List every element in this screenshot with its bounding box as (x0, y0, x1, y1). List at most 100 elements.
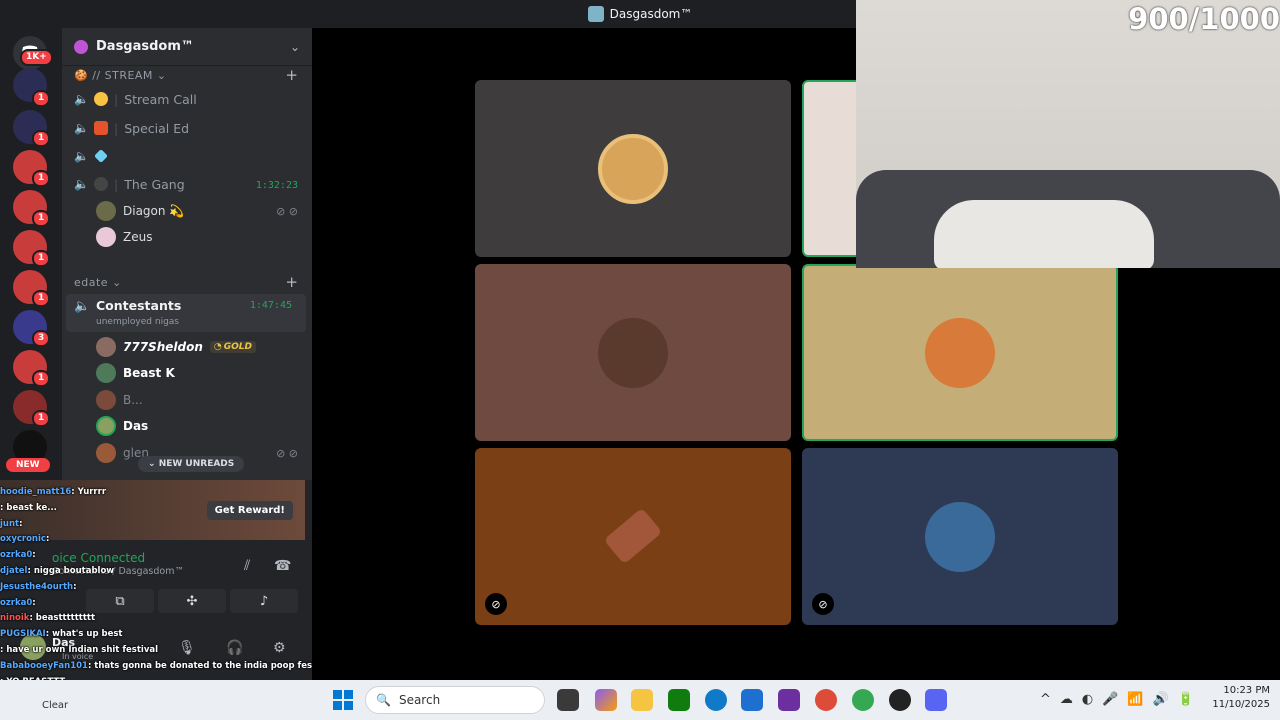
disconnect-icon[interactable]: ☎ (274, 558, 291, 574)
discord-icon[interactable] (925, 689, 947, 711)
category-label: edate (74, 276, 109, 289)
guild-header[interactable]: Dasgasdom™ ⌄ (62, 28, 312, 66)
channel-timer: 1:32:23 (255, 180, 298, 191)
chrome-icon[interactable] (852, 689, 874, 711)
clock[interactable]: 10:23 PM 11/10/2025 (1212, 684, 1270, 712)
search-icon: 🔍 (376, 693, 391, 707)
server-list: 1K+ 1 1 1 1 1 1 3 1 1 (0, 28, 62, 480)
store-icon[interactable] (741, 689, 763, 711)
webcam-overlay: 900/1000 (856, 0, 1280, 268)
clock-time: 10:23 PM (1223, 685, 1270, 696)
voice-member[interactable]: Beast K (96, 362, 302, 384)
avatar (96, 363, 116, 383)
windows-taskbar: Clear 🔍 Search ^☁◐🎤📶🔊🔋 10:23 PM 11/10/20… (0, 680, 1280, 720)
window-title: Dasgasdom™ (609, 7, 693, 21)
avatar (925, 501, 995, 572)
mute-mic-icon[interactable]: 🎙 (178, 640, 196, 656)
channel-topic: unemployed nigas (96, 317, 179, 327)
get-reward-button[interactable]: Get Reward! (206, 501, 293, 520)
unread-badge: 1K+ (20, 49, 53, 66)
app-icon[interactable] (778, 689, 800, 711)
channel-sidebar: Dasgasdom™ ⌄ 🍪 // STREAM ⌄ + 🔈 | Stream … (62, 28, 312, 480)
windows-start-icon[interactable] (333, 690, 353, 710)
category-edate[interactable]: edate ⌄ (74, 276, 122, 289)
diamond-emoji-icon (94, 149, 108, 163)
xbox-icon[interactable] (668, 689, 690, 711)
guild-name: Dasgasdom™ (96, 39, 194, 54)
avatar (598, 317, 668, 388)
clock-date: 11/10/2025 (1212, 699, 1270, 710)
participant-tile[interactable] (475, 264, 791, 441)
participant-tile[interactable] (802, 80, 862, 257)
taskbar-search[interactable]: 🔍 Search (365, 686, 545, 714)
member-name: 777Sheldon (123, 340, 203, 354)
participant-tile-speaking[interactable] (802, 264, 1118, 441)
server-icon (587, 6, 604, 22)
speaker-icon: 🔈 (74, 92, 89, 106)
avatar (96, 201, 116, 221)
voice-member[interactable]: B... (96, 389, 302, 411)
deafened-icon: ⊘ (485, 593, 507, 615)
app-icon[interactable] (889, 689, 911, 711)
gold-badge: ◔ GOLD (209, 341, 256, 353)
unread-badge: 1 (32, 370, 51, 387)
screen-share-button[interactable]: ⧉ (86, 589, 154, 613)
voice-member[interactable]: 777Sheldon ◔ GOLD (96, 336, 302, 358)
book-emoji-icon (94, 121, 108, 135)
weather-widget[interactable] (4, 684, 144, 716)
participant-tile[interactable]: ⊘ (475, 448, 791, 625)
soundboard-button[interactable]: ♪ (230, 589, 298, 613)
avatar (96, 337, 116, 357)
participant-tile[interactable]: ⊘ (802, 448, 1118, 625)
voice-member[interactable]: Das (96, 415, 302, 437)
channel-name: Stream Call (124, 91, 197, 107)
speaker-icon: 🔈 (74, 149, 89, 163)
member-name: Das (123, 419, 149, 433)
speaker-icon: 🔈 (74, 121, 89, 135)
channel-name: Special Ed (124, 120, 190, 136)
voice-location[interactable]: Contestants / Dasgasdom™ (52, 566, 184, 577)
copilot-icon[interactable] (595, 689, 617, 711)
chrome-icon[interactable] (815, 689, 837, 711)
voice-member[interactable]: Zeus (96, 226, 302, 248)
user-avatar[interactable] (20, 634, 46, 660)
channel-name: The Gang (124, 176, 185, 192)
task-view-icon[interactable] (557, 689, 579, 711)
channel-contestants[interactable]: 🔈 Contestants unemployed nigas 1:47:45 (66, 294, 306, 332)
channel-diamond[interactable]: 🔈 (74, 144, 304, 168)
chevron-down-icon: ⌄ (289, 39, 300, 54)
channel-name: Contestants (96, 298, 182, 313)
edge-icon[interactable] (705, 689, 727, 711)
member-name: Beast K (123, 366, 175, 380)
activities-icon: ✣ (186, 593, 198, 609)
activities-button[interactable]: ✣ (158, 589, 226, 613)
add-channel-icon[interactable]: + (285, 66, 298, 84)
avatar (96, 227, 116, 247)
noise-suppression-icon[interactable]: ⫽ (244, 558, 250, 574)
channel-stream-call[interactable]: 🔈 | Stream Call (74, 87, 304, 111)
unread-badge: 1 (32, 410, 51, 427)
sub-goal-counter: 900/1000 (1128, 2, 1280, 36)
muted-deafened-icon: ⊘ ⊘ (276, 446, 298, 460)
unread-badge: 1 (32, 210, 51, 227)
add-channel-icon[interactable]: + (285, 273, 298, 291)
channel-special-ed[interactable]: 🔈 | Special Ed (74, 116, 304, 140)
unread-badge: 1 (32, 170, 51, 187)
category-stream[interactable]: 🍪 // STREAM ⌄ (74, 69, 167, 82)
participant-tile[interactable] (475, 80, 791, 257)
voice-member[interactable]: Diagon 💫 ⊘ ⊘ (96, 200, 302, 222)
new-servers-pill[interactable]: NEW (6, 458, 50, 472)
avatar (96, 390, 116, 410)
muted-deafened-icon: ⊘ ⊘ (276, 204, 298, 218)
category-label: // STREAM (92, 69, 153, 82)
file-explorer-icon[interactable] (631, 689, 653, 711)
guild-icon (74, 39, 88, 54)
weather-label: Clear (42, 700, 69, 711)
system-tray-icons[interactable]: ^☁◐🎤📶🔊🔋 (1040, 692, 1203, 707)
member-name: B... (123, 393, 143, 407)
new-unreads-button[interactable]: ⌄ NEW UNREADS (138, 456, 245, 472)
headphones-icon[interactable]: 🎧 (226, 640, 243, 656)
heart-emoji-icon (94, 177, 108, 191)
gear-icon[interactable]: ⚙ (273, 640, 286, 656)
badge-label: GOLD (223, 342, 252, 352)
